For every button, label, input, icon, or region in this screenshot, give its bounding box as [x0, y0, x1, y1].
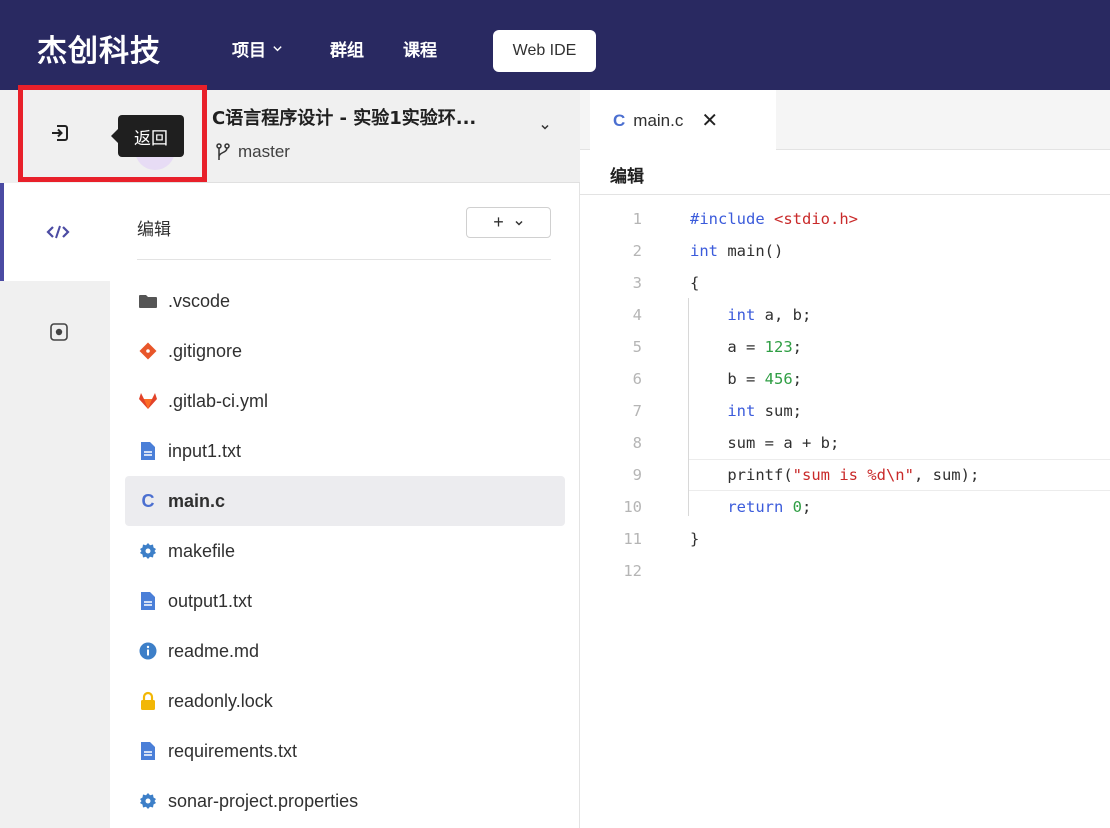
code-icon	[45, 222, 71, 242]
c-file-icon: C	[613, 110, 626, 130]
code-line[interactable]: 9 printf("sum is %d\n", sum);	[580, 459, 1110, 491]
back-tooltip: 返回	[111, 115, 184, 157]
code-line[interactable]: 7 int sum;	[580, 395, 1110, 427]
line-number: 1	[632, 210, 642, 228]
rail-item-preview[interactable]	[49, 322, 69, 342]
line-number: 9	[632, 466, 642, 484]
divider	[137, 259, 551, 260]
file-text-icon	[138, 591, 158, 611]
code-line[interactable]: 2 int main()	[580, 235, 1110, 267]
line-number: 7	[632, 402, 642, 420]
code-line[interactable]: 6 b = 456;	[580, 363, 1110, 395]
exit-icon	[48, 121, 72, 145]
line-number: 11	[623, 530, 642, 548]
add-file-button[interactable]: +	[466, 207, 551, 238]
editor-mode-label: 编辑	[610, 167, 644, 187]
code-line[interactable]: 3{	[580, 267, 1110, 299]
chevron-down-icon	[273, 46, 282, 52]
file-item[interactable]: .gitlab-ci.yml	[125, 376, 565, 426]
file-name: .gitignore	[168, 340, 243, 361]
git-icon	[138, 341, 158, 361]
file-name: makefile	[168, 540, 236, 561]
file-item[interactable]: sonar-project.properties	[125, 776, 565, 826]
code-text: }	[690, 530, 700, 548]
code-text: printf("sum is %d\n", sum);	[690, 466, 980, 484]
lock-icon	[138, 691, 158, 711]
explorer-title: 编辑	[137, 220, 171, 240]
code-line[interactable]: 8 sum = a + b;	[580, 427, 1110, 459]
code-line[interactable]: 1 #include <stdio.h>	[580, 203, 1110, 235]
web-ide-button[interactable]: Web IDE	[493, 30, 596, 72]
project-title[interactable]: C语言程序设计 - 实验1实验环...	[212, 104, 542, 130]
line-number: 2	[632, 242, 642, 260]
chevron-down-icon	[515, 220, 523, 226]
file-item[interactable]: input1.txt	[125, 426, 565, 476]
line-number: 3	[632, 274, 642, 292]
code-text: int main()	[690, 242, 784, 260]
code-text: int a, b;	[727, 306, 812, 324]
file-name: input1.txt	[168, 440, 242, 461]
code-line[interactable]: 10 return 0;	[580, 491, 1110, 523]
chevron-down-icon[interactable]	[540, 122, 550, 132]
line-number: 10	[623, 498, 642, 516]
file-item[interactable]: readme.md	[125, 626, 565, 676]
file-name: sonar-project.properties	[168, 790, 359, 811]
code-text: int sum;	[727, 402, 802, 420]
nav-groups[interactable]: 群组	[330, 36, 364, 61]
file-item[interactable]: readonly.lock	[125, 676, 565, 726]
file-text-icon	[138, 441, 158, 461]
add-label: +	[493, 212, 504, 232]
file-name: .vscode	[168, 290, 231, 311]
file-name: requirements.txt	[168, 740, 298, 761]
file-item[interactable]: makefile	[125, 526, 565, 576]
file-item[interactable]: output1.txt	[125, 576, 565, 626]
file-name: output1.txt	[168, 590, 253, 611]
folder-icon	[138, 291, 158, 311]
file-name: main.c	[168, 490, 226, 511]
code-editor[interactable]: 1 #include <stdio.h> 2 int main() 3{4 int a,…	[580, 203, 1110, 587]
line-number: 5	[632, 338, 642, 356]
code-line[interactable]: 4 int a, b;	[580, 299, 1110, 331]
tab-label: main.c	[633, 110, 684, 130]
gitlab-icon	[138, 391, 158, 411]
branch-name: master	[238, 142, 290, 161]
line-number: 6	[632, 370, 642, 388]
code-text: a = 123;	[690, 338, 802, 356]
file-item[interactable]: requirements.txt	[125, 726, 565, 776]
c-file-icon: C	[141, 490, 155, 511]
line-number: 12	[623, 562, 642, 580]
record-icon	[50, 323, 68, 341]
tab-main-c[interactable]: C main.c ✕	[590, 90, 776, 151]
line-number: 4	[632, 306, 642, 324]
nav-groups-label: 群组	[330, 41, 364, 61]
code-text: #include <stdio.h>	[690, 210, 858, 228]
code-text: b = 456;	[690, 370, 802, 388]
divider	[580, 194, 1110, 195]
file-item[interactable]: .vscode	[125, 276, 565, 326]
brand-logo[interactable]: 杰创科技	[37, 26, 161, 70]
code-line[interactable]: 11}	[580, 523, 1110, 555]
file-name: .gitlab-ci.yml	[168, 390, 269, 411]
code-line[interactable]: 5 a = 123;	[580, 331, 1110, 363]
file-name: readonly.lock	[168, 690, 273, 711]
info-icon	[138, 641, 158, 661]
close-icon[interactable]: ✕	[701, 108, 718, 133]
branch-selector[interactable]: master	[216, 142, 290, 162]
branch-icon	[216, 143, 230, 160]
code-text: sum = a + b;	[690, 434, 840, 452]
nav-projects-label: 项目	[232, 41, 266, 61]
code-text: return 0;	[727, 498, 812, 516]
file-item[interactable]: .gitignore	[125, 326, 565, 376]
gear-icon	[138, 541, 158, 561]
code-line[interactable]: 12	[580, 555, 1110, 587]
line-number: 8	[632, 434, 642, 452]
file-name: readme.md	[168, 640, 260, 661]
gear-icon	[138, 791, 158, 811]
nav-projects[interactable]: 项目	[232, 36, 283, 61]
nav-courses[interactable]: 课程	[403, 36, 437, 61]
code-text: {	[690, 274, 700, 292]
file-item-active[interactable]: C main.c	[125, 476, 565, 526]
nav-courses-label: 课程	[403, 41, 437, 61]
file-text-icon	[138, 741, 158, 761]
